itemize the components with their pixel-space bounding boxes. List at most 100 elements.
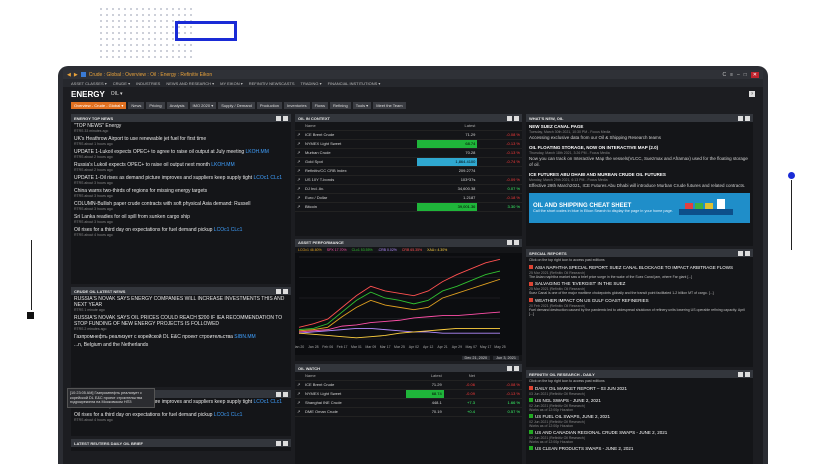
chart-icon[interactable]: ↗ [295,139,303,149]
help-icon[interactable] [514,115,519,121]
window-control-icon[interactable]: ✕ [750,71,759,78]
list-item[interactable]: WEATHER IMPACT ON US GULF COAST REFINERI… [526,297,753,318]
report-title[interactable]: US CLEAN PRODUCTS SWAPS - JUNE 2, 2021 [529,446,750,452]
tab-item[interactable]: Refining [330,102,351,109]
menu-item[interactable]: CRUDE ▾ [113,81,130,86]
chart-icon[interactable]: ↗ [295,175,303,185]
menu-item[interactable]: FINANCIAL INSTITUTIONS ▾ [328,81,381,86]
table-row[interactable]: ↗ Refinitiv/CC CRB Index 209.2774 [295,166,522,176]
report-title-text[interactable]: US FUEL OIL SWAPS, JUNE 2, 2021 [535,414,610,419]
tab-item[interactable]: Overview - Crude - Global ▾ [71,102,127,109]
headline-text[interactable]: RUSSIA'S NOVAK SAYS OIL PRICES COULD REA… [74,315,282,327]
list-item[interactable]: Oil rises for a third day on expectation… [71,411,291,424]
list-item[interactable]: OIL FLOATING STORAGE, NOW ON INTERACTIVE… [526,143,753,170]
chart-icon[interactable]: ↗ [295,398,303,408]
tab-item[interactable]: Pricing [146,102,165,109]
list-item[interactable]: US NGL SWAPS - JUNE 2, 2021 02 Jun 2021 |… [526,397,753,413]
table-row[interactable]: ↗ Gold Spot 1,864.4100 -0.74 % [295,157,522,167]
headline-text[interactable]: Газпромнефть реализует с корейской DL E&… [74,334,233,340]
report-title-text[interactable]: DAILY OIL MARKET REPORT – 03 JUN 2021 [535,386,627,391]
chart-icon[interactable]: ↗ [295,148,303,158]
list-item[interactable]: US CLEAN PRODUCTS SWAPS - JUNE 2, 2021 [526,445,753,453]
help-icon[interactable] [283,115,288,121]
ric-link[interactable]: LCOc1 CLc1 [214,227,243,233]
link-icon[interactable] [738,115,743,121]
date-to-field[interactable]: Jun 3, 2021 [493,356,519,360]
commodity-dropdown[interactable]: OIL ▾ [111,91,123,97]
ric-link[interactable]: LCOc1 CLc1 [253,175,282,181]
help-icon[interactable] [514,365,519,371]
chart-icon[interactable]: ↗ [295,193,303,203]
tab-item[interactable]: Analysis [166,102,188,109]
link-icon[interactable] [738,371,743,377]
news-headline[interactable]: Газпромнефть реализует с корейской DL E&… [74,334,288,340]
list-item[interactable]: ICE FUTURES ABU DHABI AND MURBAN CRUDE O… [526,170,753,191]
tab-item[interactable]: Meet the Team [373,102,406,109]
report-title-text[interactable]: US CLEAN PRODUCTS SWAPS - JUNE 2, 2021 [535,446,633,451]
table-row[interactable]: ↗ Bitcoin 39,001.36 3.30 % [295,202,522,212]
window-control-icon[interactable]: – [737,72,740,78]
report-title-text[interactable]: WEATHER IMPACT ON US GULF COAST REFINERI… [535,298,649,303]
help-icon[interactable] [283,391,288,397]
list-item[interactable]: UPDATE 1-Lukoil expects OPEC+ to agree t… [71,148,291,161]
list-item[interactable]: Sri Lanka readies for oil spill from sun… [71,213,291,226]
tab-item[interactable]: News [128,102,145,109]
ric-link[interactable]: LKOH.MM [211,162,234,168]
menu-item[interactable]: TRADING ▾ [301,81,322,86]
report-title-text[interactable]: US AND CANADIAN REGIONAL CRUDE SWAPS - J… [535,430,667,435]
ric-link[interactable]: LCOc1 CLc1 [253,399,282,405]
window-control-icon[interactable]: □ [744,72,747,78]
ric-link[interactable]: LCOc1 CLc1 [214,412,243,418]
table-row[interactable]: ↗ Shanghai INE Crude 448.1 +7.3 1.66 % [295,398,522,408]
list-item[interactable]: DAILY OIL MARKET REPORT – 03 JUN 2021 03 … [526,385,753,397]
link-icon[interactable] [507,240,512,246]
link-icon[interactable] [507,115,512,121]
report-title-text[interactable]: US NGL SWAPS - JUNE 2, 2021 [535,398,601,403]
report-title[interactable]: ASIA NAPHTHA SPECIAL REPORT: SUEZ CANAL … [529,265,750,271]
forward-icon[interactable]: ▶ [74,72,78,78]
report-title-text[interactable]: SALVAGING THE 'EVERGIST' IN THE SUEZ [535,281,625,286]
window-control-icon[interactable]: ≡ [730,72,733,78]
list-item[interactable]: "TOP NEWS" Energy RTRS 33 minutes ago [71,122,291,135]
link-icon[interactable] [276,440,281,446]
tab-item[interactable]: Supply / Demand [218,102,255,109]
list-item[interactable]: ...n, Belgium and the Netherlands [71,341,291,349]
table-row[interactable]: ↗ Murban Crude 70.28 -0.13 % [295,148,522,158]
chart-icon[interactable]: ↗ [295,130,303,140]
table-row[interactable]: ↗ US 10Y T-bonds 103*37s -0.09 % [295,175,522,185]
list-item[interactable]: Oil rises for a third day on expectation… [71,226,291,239]
link-icon[interactable] [276,391,281,397]
window-control-icon[interactable]: C [722,72,726,78]
table-row[interactable]: ↗ DJ Ind. Av. 34,600.38 0.07 % [295,184,522,194]
link-icon[interactable] [507,365,512,371]
list-item[interactable]: US AND CANADIAN REGIONAL CRUDE SWAPS - J… [526,429,753,445]
list-item[interactable]: Газпромнефть реализует с корейской DL E&… [71,333,291,341]
list-item[interactable]: Russia's Lukoil expects OPEC+ to raise o… [71,161,291,174]
list-item[interactable]: China warns two-thirds of regions for mi… [71,187,291,200]
link-icon[interactable] [276,288,281,294]
date-from-field[interactable]: Dec 21, 2020 [461,356,491,360]
menu-item[interactable]: INDUSTRIES [136,81,160,86]
list-item[interactable]: ASIA NAPHTHA SPECIAL REPORT: SUEZ CANAL … [526,264,753,281]
table-row[interactable]: ↗ NYMEX Light Sweet 68.74 -0.13 % [295,139,522,149]
menu-item[interactable]: REFINITIV NEWSCASTS [249,81,295,86]
chart-icon[interactable]: ↗ [295,380,303,390]
news-headline[interactable]: ...n, Belgium and the Netherlands [74,342,288,348]
ric-link[interactable]: LKOH.MM [246,149,269,155]
help-icon[interactable] [514,240,519,246]
list-item[interactable]: UK's Heathrow Airport to use renewable j… [71,135,291,148]
list-item[interactable]: NEW SUEZ CANAL PAGE Tuesday, March 30th 2… [526,122,753,143]
help-icon[interactable] [745,371,750,377]
tab-item[interactable]: Production [256,102,283,109]
menu-item[interactable]: MY EIKON ▾ [220,81,243,86]
back-icon[interactable]: ◀ [67,72,71,78]
table-row[interactable]: ↗ Euro / Dollar 1.2187 -0.18 % [295,193,522,203]
tab-item[interactable]: IMO 2020 ▾ [189,102,217,109]
table-row[interactable]: ↗ ICE Brent Crude 71.29 -0.06 -0.08 % [295,380,522,390]
chart-icon[interactable]: ↗ [295,184,303,194]
chart-icon[interactable]: ↗ [295,407,303,417]
report-title-text[interactable]: ASIA NAPHTHA SPECIAL REPORT: SUEZ CANAL … [535,265,733,270]
tab-item[interactable]: Inventories [284,102,310,109]
link-icon[interactable] [738,250,743,256]
chart-icon[interactable]: ↗ [295,166,303,176]
